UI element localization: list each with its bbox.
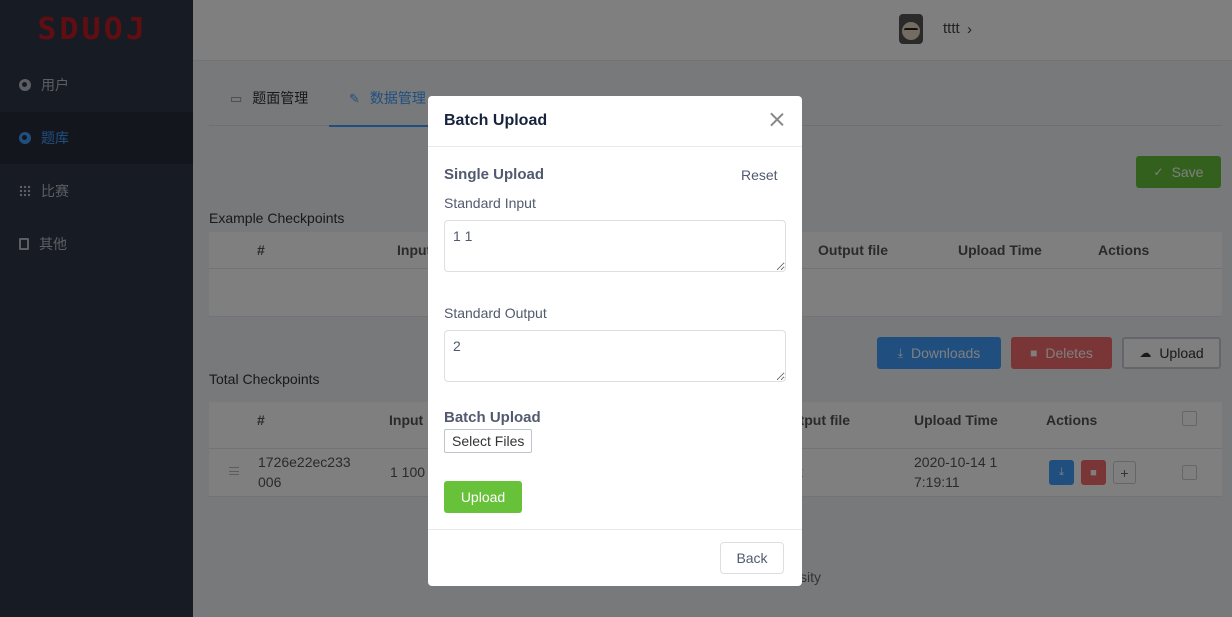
standard-input-field[interactable]: 1 1 <box>444 220 786 272</box>
standard-input-label: Standard Input <box>444 195 536 211</box>
dialog-upload-button[interactable]: Upload <box>444 481 522 513</box>
batch-upload-heading: Batch Upload <box>444 409 541 426</box>
standard-output-label: Standard Output <box>444 305 547 321</box>
select-files-button[interactable]: Select Files <box>444 429 533 453</box>
dialog-header-divider <box>428 146 802 147</box>
close-icon[interactable] <box>769 111 785 127</box>
back-button[interactable]: Back <box>720 542 784 574</box>
reset-button[interactable]: Reset <box>741 167 778 183</box>
dialog-footer-divider <box>428 529 802 530</box>
batch-upload-dialog: Batch Upload Single Upload Reset Standar… <box>428 96 802 586</box>
dialog-title: Batch Upload <box>444 112 548 129</box>
single-upload-heading: Single Upload <box>444 166 545 183</box>
standard-output-field[interactable]: 2 <box>444 330 786 382</box>
